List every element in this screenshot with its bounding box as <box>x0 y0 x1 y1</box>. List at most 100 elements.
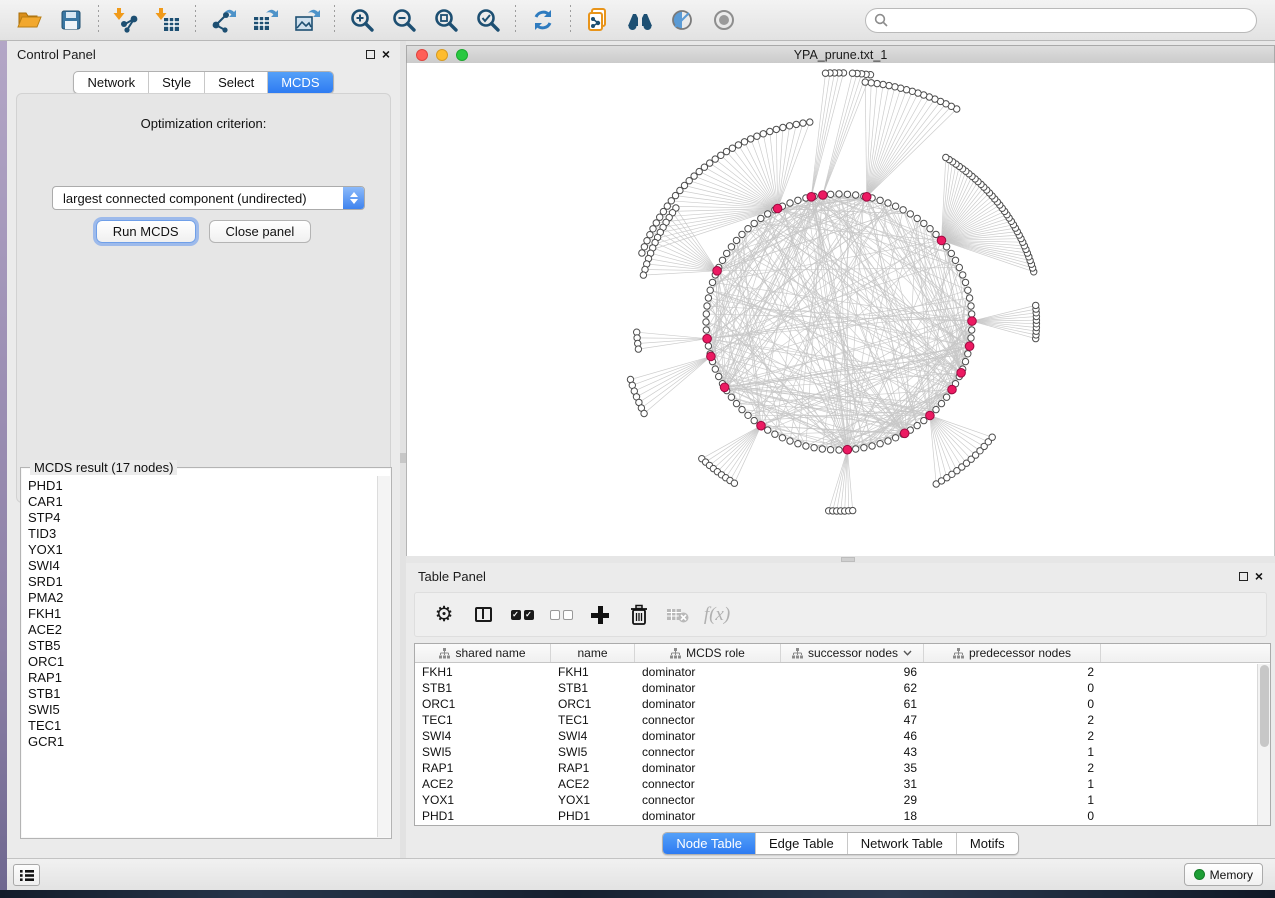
table-cell[interactable]: dominator <box>635 664 781 680</box>
table-cell[interactable]: FKH1 <box>415 664 551 680</box>
table-cell[interactable]: dominator <box>635 696 781 712</box>
table-scrollbar[interactable] <box>1257 664 1270 825</box>
mcds-result-item[interactable]: SWI5 <box>28 702 377 718</box>
float-panel-icon[interactable] <box>1239 572 1248 581</box>
deselect-all-button[interactable] <box>546 600 576 630</box>
show-hide-details-button[interactable] <box>703 3 745 37</box>
table-cell[interactable]: STB1 <box>415 680 551 696</box>
table-cell[interactable]: 1 <box>924 792 1101 808</box>
table-cell[interactable]: 46 <box>781 728 924 744</box>
table-cell[interactable]: 29 <box>781 792 924 808</box>
table-cell[interactable]: 62 <box>781 680 924 696</box>
open-session-button[interactable] <box>8 3 50 37</box>
table-row[interactable]: TEC1TEC1connector472 <box>415 712 1257 728</box>
zoom-fit-button[interactable] <box>425 3 467 37</box>
table-cell[interactable]: PHD1 <box>415 808 551 824</box>
table-cell[interactable]: ORC1 <box>415 696 551 712</box>
mcds-result-item[interactable]: PHD1 <box>28 478 377 494</box>
delete-table-button[interactable] <box>663 600 693 630</box>
table-row[interactable]: PHD1PHD1dominator180 <box>415 808 1257 824</box>
table-cell[interactable]: 0 <box>924 680 1101 696</box>
delete-column-button[interactable] <box>624 600 654 630</box>
table-cell[interactable]: RAP1 <box>551 760 635 776</box>
table-cell[interactable]: STB1 <box>551 680 635 696</box>
import-table-button[interactable] <box>147 3 189 37</box>
table-cell[interactable]: RAP1 <box>415 760 551 776</box>
tab-select[interactable]: Select <box>204 72 267 93</box>
table-cell[interactable]: 18 <box>781 808 924 824</box>
import-network-button[interactable] <box>105 3 147 37</box>
mcds-result-item[interactable]: RAP1 <box>28 670 377 686</box>
first-neighbors-button[interactable] <box>619 3 661 37</box>
table-tab-motifs[interactable]: Motifs <box>956 833 1018 854</box>
horizontal-splitter[interactable] <box>406 556 1275 563</box>
mcds-result-item[interactable]: TID3 <box>28 526 377 542</box>
mcds-result-scrollbar[interactable] <box>377 476 390 837</box>
zoom-out-button[interactable] <box>383 3 425 37</box>
new-network-from-selection-button[interactable] <box>577 3 619 37</box>
tab-mcds[interactable]: MCDS <box>267 72 332 93</box>
table-cell[interactable]: dominator <box>635 680 781 696</box>
mcds-result-item[interactable]: CAR1 <box>28 494 377 510</box>
float-panel-icon[interactable] <box>366 50 375 59</box>
task-history-button[interactable] <box>13 864 40 886</box>
table-cell[interactable]: connector <box>635 744 781 760</box>
table-cell[interactable]: SWI4 <box>415 728 551 744</box>
network-graph[interactable] <box>407 63 1274 556</box>
mcds-result-item[interactable]: STB5 <box>28 638 377 654</box>
graphics-details-button[interactable] <box>661 3 703 37</box>
table-cell[interactable]: connector <box>635 776 781 792</box>
table-cell[interactable]: dominator <box>635 728 781 744</box>
table-cell[interactable]: 2 <box>924 712 1101 728</box>
network-canvas[interactable] <box>406 63 1275 556</box>
tab-network[interactable]: Network <box>74 72 148 93</box>
table-cell[interactable]: dominator <box>635 808 781 824</box>
table-cell[interactable]: 1 <box>924 776 1101 792</box>
network-titlebar[interactable]: YPA_prune.txt_1 <box>406 45 1275 64</box>
mcds-result-item[interactable]: GCR1 <box>28 734 377 750</box>
table-cell[interactable]: ACE2 <box>551 776 635 792</box>
close-panel-button[interactable]: Close panel <box>209 220 312 243</box>
criterion-dropdown[interactable]: largest connected component (undirected) <box>52 186 365 210</box>
mcds-result-item[interactable]: TEC1 <box>28 718 377 734</box>
horizontal-splitter-grip[interactable] <box>841 557 855 562</box>
memory-button[interactable]: Memory <box>1184 863 1263 886</box>
mcds-result-item[interactable]: YOX1 <box>28 542 377 558</box>
table-cell[interactable]: ACE2 <box>415 776 551 792</box>
close-panel-icon[interactable]: × <box>1255 571 1263 581</box>
table-cell[interactable]: connector <box>635 712 781 728</box>
mcds-result-item[interactable]: PMA2 <box>28 590 377 606</box>
table-cell[interactable]: 2 <box>924 728 1101 744</box>
mcds-result-item[interactable]: SWI4 <box>28 558 377 574</box>
column-header-name[interactable]: name <box>551 644 635 662</box>
mcds-result-item[interactable]: FKH1 <box>28 606 377 622</box>
zoom-in-button[interactable] <box>341 3 383 37</box>
run-mcds-button[interactable]: Run MCDS <box>96 220 196 243</box>
table-cell[interactable]: SWI4 <box>551 728 635 744</box>
table-cell[interactable]: SWI5 <box>415 744 551 760</box>
add-column-button[interactable] <box>585 600 615 630</box>
table-scrollbar-thumb[interactable] <box>1260 665 1269 747</box>
table-row[interactable]: RAP1RAP1dominator352 <box>415 760 1257 776</box>
column-header-shared-name[interactable]: shared name <box>415 644 551 662</box>
table-cell[interactable]: FKH1 <box>551 664 635 680</box>
column-header-mcds-role[interactable]: MCDS role <box>635 644 781 662</box>
mcds-result-item[interactable]: STB1 <box>28 686 377 702</box>
tab-style[interactable]: Style <box>148 72 204 93</box>
table-row[interactable]: ORC1ORC1dominator610 <box>415 696 1257 712</box>
export-network-button[interactable] <box>202 3 244 37</box>
table-tab-node-table[interactable]: Node Table <box>663 833 755 854</box>
select-all-button[interactable]: ✓✓ <box>507 600 537 630</box>
table-cell[interactable]: 96 <box>781 664 924 680</box>
table-cell[interactable]: connector <box>635 792 781 808</box>
table-row[interactable]: SWI5SWI5connector431 <box>415 744 1257 760</box>
table-cell[interactable]: PHD1 <box>551 808 635 824</box>
table-cell[interactable]: 31 <box>781 776 924 792</box>
table-cell[interactable]: ORC1 <box>551 696 635 712</box>
mcds-result-item[interactable]: ACE2 <box>28 622 377 638</box>
close-panel-icon[interactable]: × <box>382 49 390 59</box>
table-cell[interactable]: TEC1 <box>415 712 551 728</box>
table-tab-network-table[interactable]: Network Table <box>847 833 956 854</box>
refresh-button[interactable] <box>522 3 564 37</box>
table-cell[interactable]: TEC1 <box>551 712 635 728</box>
